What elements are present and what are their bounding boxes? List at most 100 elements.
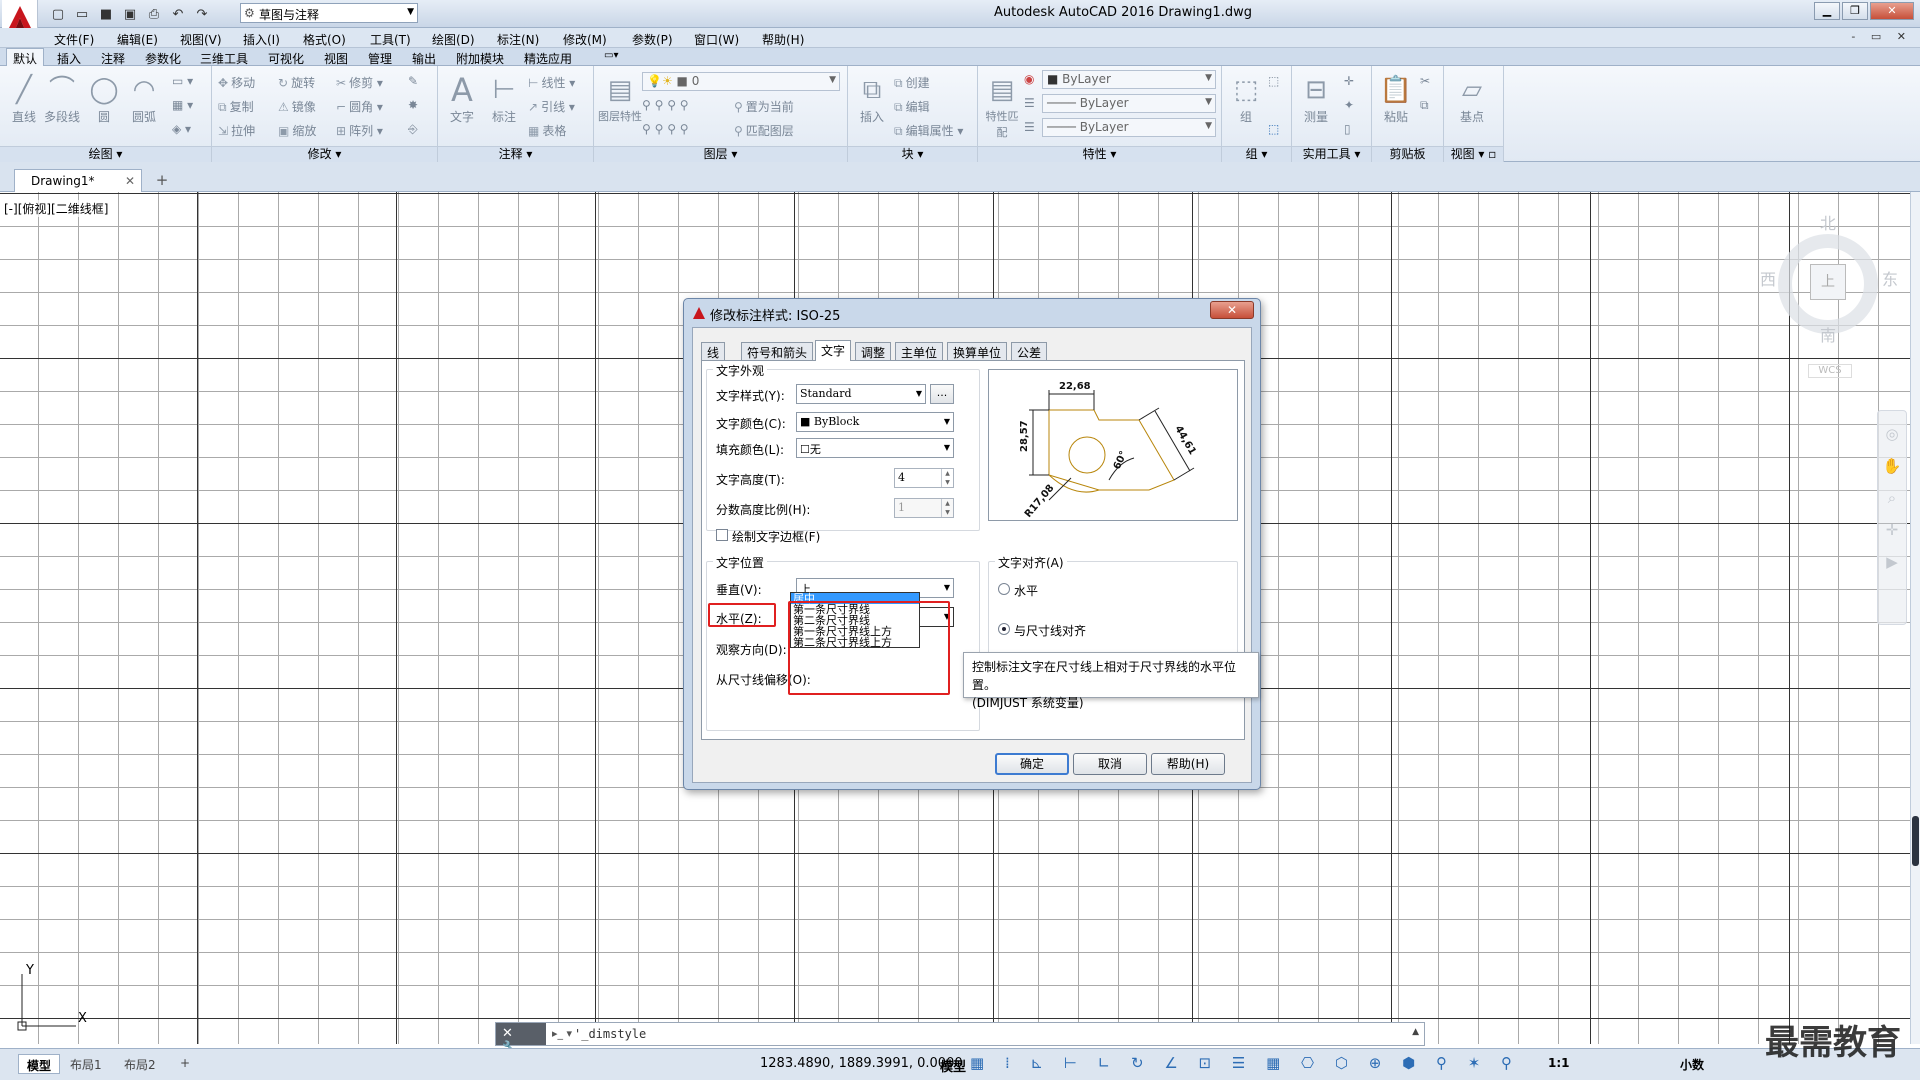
id-point-icon[interactable]: ✛ — [1344, 74, 1354, 88]
tab-visualize[interactable]: 可视化 — [268, 50, 304, 67]
document-tab-drawing1[interactable]: Drawing1* ✕ — [14, 169, 142, 192]
layer-tools-row1[interactable]: ⚲ ⚲ ⚲ ⚲ — [642, 98, 689, 112]
compass-west[interactable]: 西 — [1760, 266, 1776, 290]
redo-icon[interactable]: ↷ — [192, 4, 212, 24]
pan-icon[interactable]: ✋ — [1878, 457, 1906, 475]
measure-tool[interactable]: ⊟ 测量 — [1296, 72, 1336, 125]
tab-manage[interactable]: 管理 — [368, 50, 392, 67]
open-icon[interactable]: ▭ — [72, 4, 92, 24]
scrollbar-thumb[interactable] — [1912, 816, 1919, 866]
close-cmdline-icon[interactable]: ✕ — [502, 1026, 519, 1041]
menu-view[interactable]: 视图(V) — [180, 31, 222, 48]
color-wheel-icon[interactable]: ◉ — [1024, 72, 1034, 86]
line-tool[interactable]: ╱ 直线 — [4, 72, 44, 125]
rotate-tool[interactable]: ↻ 旋转 — [278, 74, 315, 91]
arc-tool[interactable]: ◠ 圆弧 — [124, 72, 164, 125]
tab-annotate[interactable]: 注释 — [101, 50, 125, 67]
new-tab-button[interactable]: + — [152, 171, 172, 189]
align-horizontal-radio[interactable] — [998, 583, 1010, 595]
fill-color-dropdown[interactable]: ☐无 ▼ — [796, 438, 954, 458]
command-input[interactable]: '_dimstyle — [574, 1027, 646, 1041]
dialog-close-button[interactable]: ✕ — [1210, 301, 1254, 319]
menu-insert[interactable]: 插入(I) — [243, 31, 280, 48]
orbit-icon[interactable]: ✛ — [1878, 521, 1906, 539]
menu-tools[interactable]: 工具(T) — [370, 31, 411, 48]
quick-select-icon[interactable]: ✦ — [1344, 98, 1354, 112]
wcs-menu-button[interactable]: WCS — [1808, 364, 1852, 378]
linear-dim-tool[interactable]: ⊢ 线性 ▾ — [528, 74, 575, 91]
offset-icon[interactable]: ⎆ — [408, 122, 418, 137]
ungroup-icon[interactable]: ⬚ — [1268, 74, 1279, 88]
rectangle-icon[interactable]: ▭ ▾ — [172, 74, 193, 88]
menu-window[interactable]: 窗口(W) — [694, 31, 739, 48]
model-space-button[interactable]: 模型 — [940, 1056, 966, 1075]
polyline-tool[interactable]: ⌒ 多段线 — [42, 72, 82, 125]
tab-symbols-arrows[interactable]: 符号和箭头 — [741, 342, 814, 360]
fillet-tool[interactable]: ⌐ 圆角 ▾ — [336, 98, 383, 115]
command-line[interactable]: ✕🔧 ▸_ ▾ '_dimstyle ▲ — [495, 1022, 1425, 1056]
vertical-scrollbar[interactable] — [1910, 192, 1920, 1044]
panel-annotate-label[interactable]: 注释 ▾ — [438, 146, 593, 162]
base-view-tool[interactable]: ▱ 基点 — [1452, 72, 1492, 125]
scale-tool[interactable]: ▣ 缩放 — [278, 122, 316, 139]
panel-layers-label[interactable]: 图层 ▾ — [594, 146, 847, 162]
tab-tolerances[interactable]: 公差 — [1011, 342, 1048, 360]
panel-modify-label[interactable]: 修改 ▾ — [212, 146, 437, 162]
units-display[interactable]: 小数 — [1680, 1056, 1704, 1073]
create-block-tool[interactable]: ⧉ 创建 — [894, 74, 930, 91]
viewport-controls[interactable]: [-][俯视][二维线框] — [4, 200, 109, 217]
group-select-icon[interactable]: ⬚ — [1268, 122, 1279, 136]
minimize-button[interactable]: ▁ — [1814, 2, 1840, 20]
save-icon[interactable]: ■ — [96, 4, 116, 24]
new-icon[interactable]: ▢ — [48, 4, 68, 24]
panel-clipboard-label[interactable]: 剪贴板 — [1372, 146, 1443, 162]
menu-dimension[interactable]: 标注(N) — [497, 31, 539, 48]
layer-tools-row2[interactable]: ⚲ ⚲ ⚲ ⚲ — [642, 122, 689, 136]
tab-primary-units[interactable]: 主单位 — [895, 342, 944, 360]
trim-tool[interactable]: ✂ 修剪 ▾ — [336, 74, 383, 91]
circle-tool[interactable]: ◯ 圆 — [84, 72, 124, 125]
tab-layout2[interactable]: 布局2 — [116, 1054, 164, 1074]
tab-fit[interactable]: 调整 — [855, 342, 892, 360]
zoom-icon[interactable]: ⌕ — [1878, 489, 1906, 507]
layer-dropdown[interactable]: 💡☀ ■ 0 ▼ — [642, 72, 840, 91]
tab-home[interactable]: 默认 — [6, 48, 45, 67]
edit-block-tool[interactable]: ⧉ 编辑 — [894, 98, 930, 115]
tab-output[interactable]: 输出 — [412, 50, 436, 67]
linetype-icon[interactable]: ☰ — [1024, 96, 1035, 110]
stretch-tool[interactable]: ⇲ 拉伸 — [218, 122, 255, 139]
add-layout-icon[interactable]: + — [172, 1054, 198, 1074]
menu-help[interactable]: 帮助(H) — [762, 31, 804, 48]
panel-draw-label[interactable]: 绘图 ▾ — [0, 146, 211, 162]
move-tool[interactable]: ✥ 移动 — [218, 74, 255, 91]
viewcube[interactable]: 上 北 南 西 东 WCS — [1760, 210, 1900, 390]
menu-format[interactable]: 格式(O) — [303, 31, 346, 48]
color-dropdown[interactable]: ■ ByLayer ▼ — [1042, 70, 1216, 89]
hatch-icon[interactable]: ▦ ▾ — [172, 98, 193, 112]
draw-frame-checkbox[interactable] — [716, 529, 728, 541]
match-layer-tool[interactable]: ⚲ 匹配图层 — [734, 122, 794, 139]
lineweight-dropdown[interactable]: ──── ByLayer ▼ — [1042, 118, 1216, 137]
command-history-icon[interactable]: ▲ — [1412, 1027, 1419, 1037]
ribbon-toggle-icon[interactable]: ▭▾ — [604, 50, 618, 61]
tab-3d-tools[interactable]: 三维工具 — [200, 50, 248, 67]
tab-text[interactable]: 文字 — [815, 340, 852, 361]
erase-icon[interactable]: ✎ — [408, 74, 418, 88]
lineweight-icon[interactable]: ☰ — [1024, 120, 1035, 134]
print-icon[interactable]: ⎙ — [144, 4, 164, 24]
paste-tool[interactable]: 📋 粘贴 — [1376, 72, 1416, 125]
cancel-button[interactable]: 取消 — [1073, 753, 1147, 775]
compass-east[interactable]: 东 — [1882, 266, 1898, 290]
dimension-tool[interactable]: ⊢ 标注 — [484, 72, 524, 125]
text-style-browse-button[interactable]: ... — [930, 384, 954, 404]
match-properties-tool[interactable]: ▤ 特性匹配 — [982, 72, 1022, 140]
tab-parametric[interactable]: 参数化 — [145, 50, 181, 67]
array-tool[interactable]: ⊞ 阵列 ▾ — [336, 122, 383, 139]
menu-draw[interactable]: 绘图(D) — [432, 31, 475, 48]
linetype-dropdown[interactable]: ──── ByLayer ▼ — [1042, 94, 1216, 113]
table-tool[interactable]: ▦ 表格 — [528, 122, 566, 139]
undo-icon[interactable]: ↶ — [168, 4, 188, 24]
copy-clip-icon[interactable]: ⧉ — [1420, 98, 1429, 113]
menu-modify[interactable]: 修改(M) — [563, 31, 607, 48]
layer-properties-tool[interactable]: ▤ 图层特性 — [598, 72, 642, 124]
